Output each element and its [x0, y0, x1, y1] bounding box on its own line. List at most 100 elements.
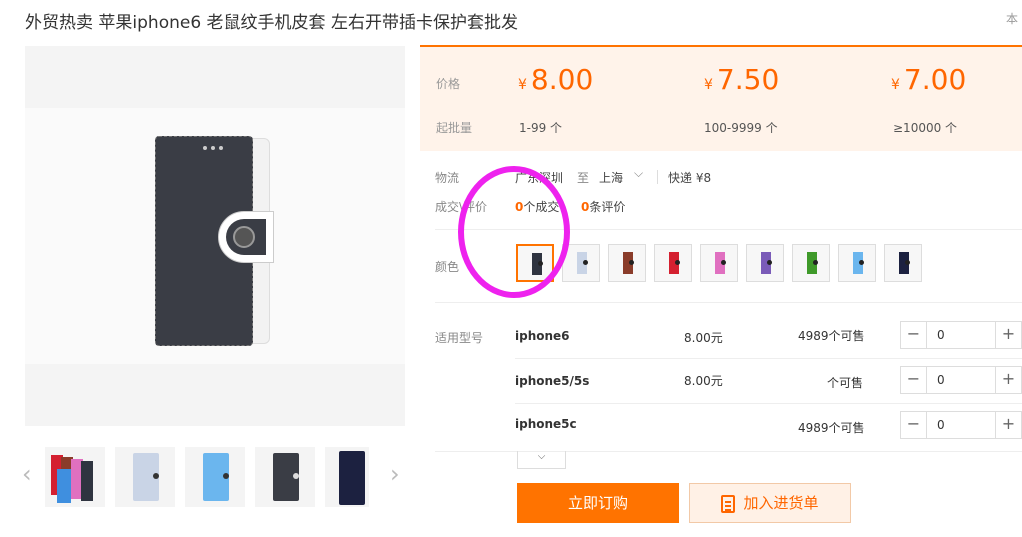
color-swatch[interactable] [884, 244, 922, 282]
model-name: iphone5c [515, 417, 577, 431]
quantity-stepper: − + [900, 366, 1022, 394]
camera-dot [211, 146, 215, 150]
thumb-prev-arrow-icon[interactable]: ‹ [22, 460, 32, 488]
quantity-input[interactable] [927, 412, 997, 438]
product-title: 外贸热卖 苹果iphone6 老鼠纹手机皮套 左右开带插卡保护套批发 [25, 13, 518, 33]
chevron-down-icon[interactable]: ⌵ [634, 166, 643, 181]
color-label: 颜色 [435, 260, 460, 274]
price-label: 价格 [436, 77, 461, 91]
thumbnail-5[interactable] [325, 447, 369, 507]
main-product-image[interactable] [25, 46, 405, 426]
expand-chevron-down-icon[interactable]: ⌵ [517, 451, 566, 469]
section-divider [435, 229, 1022, 230]
thumb-case-black [81, 461, 93, 501]
moq-tier-3: ≥10000 个 [893, 121, 958, 135]
price-tier-1: ¥8.00 [518, 63, 593, 96]
swatch-clasp [675, 260, 680, 265]
deals-label: 成交\评价 [435, 200, 488, 214]
color-swatch[interactable] [792, 244, 830, 282]
thumb-next-arrow-icon[interactable]: › [390, 460, 400, 488]
model-price: 8.00元 [684, 331, 723, 345]
stock-suffix: 个可售 [828, 421, 865, 435]
ship-to-word: 至 [577, 171, 590, 185]
color-swatch[interactable] [608, 244, 646, 282]
swatch-clasp [629, 260, 634, 265]
model-stock: 4989个可售 [798, 327, 865, 344]
thumb-clasp [293, 473, 299, 479]
thumbnail-4[interactable] [255, 447, 315, 507]
currency-symbol: ¥ [891, 77, 900, 93]
price-value: 7.00 [903, 63, 967, 96]
moq-tier-2: 100-9999 个 [704, 121, 778, 135]
swatch-clasp [721, 260, 726, 265]
product-photo [25, 108, 405, 364]
model-name: iphone6 [515, 329, 570, 343]
swatch-clasp [813, 260, 818, 265]
moq-label: 起批量 [436, 121, 473, 135]
thumbnail-3[interactable] [185, 447, 245, 507]
quantity-stepper: − + [900, 321, 1022, 349]
thumb-clasp [153, 473, 159, 479]
currency-symbol: ¥ [704, 77, 713, 93]
plus-icon[interactable]: + [995, 412, 1021, 438]
color-swatch[interactable] [654, 244, 692, 282]
camera-dot [219, 146, 223, 150]
color-swatch[interactable] [700, 244, 738, 282]
minus-icon[interactable]: − [901, 322, 927, 348]
swatch-clasp [538, 261, 543, 266]
title-side-text: 本 [1006, 12, 1019, 26]
clasp-button [233, 226, 255, 248]
quantity-input[interactable] [927, 322, 997, 348]
ship-from: 广东深圳 [515, 171, 564, 185]
review-count-suffix: 条评价 [589, 200, 626, 214]
thumb-case [339, 451, 365, 505]
price-tier-3: ¥7.00 [891, 63, 966, 96]
plus-icon[interactable]: + [995, 322, 1021, 348]
model-price: 8.00元 [684, 374, 723, 388]
quantity-stepper: − + [900, 411, 1022, 439]
color-swatch[interactable] [516, 244, 554, 282]
logistics-separator [657, 170, 658, 184]
camera-dot [203, 146, 207, 150]
swatch-clasp [767, 260, 772, 265]
minus-icon[interactable]: − [901, 367, 927, 393]
price-panel: 价格 起批量 ¥8.00 ¥7.50 ¥7.00 1-99 个 100-9999… [420, 47, 1022, 151]
stock-suffix: 个可售 [828, 329, 865, 343]
model-stock: 个可售 [827, 374, 863, 391]
section-divider [435, 302, 1022, 303]
model-stock: 4989个可售 [798, 419, 865, 436]
add-to-cart-button[interactable]: 加入进货单 [689, 483, 851, 523]
color-swatch[interactable] [838, 244, 876, 282]
color-swatch[interactable] [746, 244, 784, 282]
stock-suffix: 个可售 [827, 376, 864, 390]
quantity-input[interactable] [927, 367, 997, 393]
deal-count-suffix: 个成交 [523, 200, 560, 214]
thumbnail-1[interactable] [45, 447, 105, 507]
clipboard-icon [721, 494, 736, 513]
add-to-cart-label: 加入进货单 [743, 494, 819, 512]
buy-now-button[interactable]: 立即订购 [517, 483, 679, 523]
review-count[interactable]: 0条评价 [581, 198, 625, 215]
thumb-case-blue [57, 469, 71, 503]
thumb-clasp [223, 473, 229, 479]
row-divider [515, 403, 1022, 404]
minus-icon[interactable]: − [901, 412, 927, 438]
shipping-fee: 快递 ¥8 [668, 171, 712, 185]
price-value: 7.50 [716, 63, 780, 96]
ship-to-select[interactable]: 上海 [599, 169, 623, 186]
deal-count[interactable]: 0个成交 [515, 198, 559, 215]
swatch-clasp [905, 260, 910, 265]
color-swatch[interactable] [562, 244, 600, 282]
stock-count: 4989 [798, 421, 829, 435]
thumbnail-2[interactable] [115, 447, 175, 507]
model-label: 适用型号 [435, 331, 484, 345]
swatch-clasp [583, 260, 588, 265]
plus-icon[interactable]: + [995, 367, 1021, 393]
model-name: iphone5/5s [515, 374, 590, 388]
swatch-clasp [859, 260, 864, 265]
price-value: 8.00 [530, 63, 594, 96]
moq-tier-1: 1-99 个 [519, 121, 563, 135]
currency-symbol: ¥ [518, 77, 527, 93]
logistics-label: 物流 [435, 171, 460, 185]
price-tier-2: ¥7.50 [704, 63, 779, 96]
